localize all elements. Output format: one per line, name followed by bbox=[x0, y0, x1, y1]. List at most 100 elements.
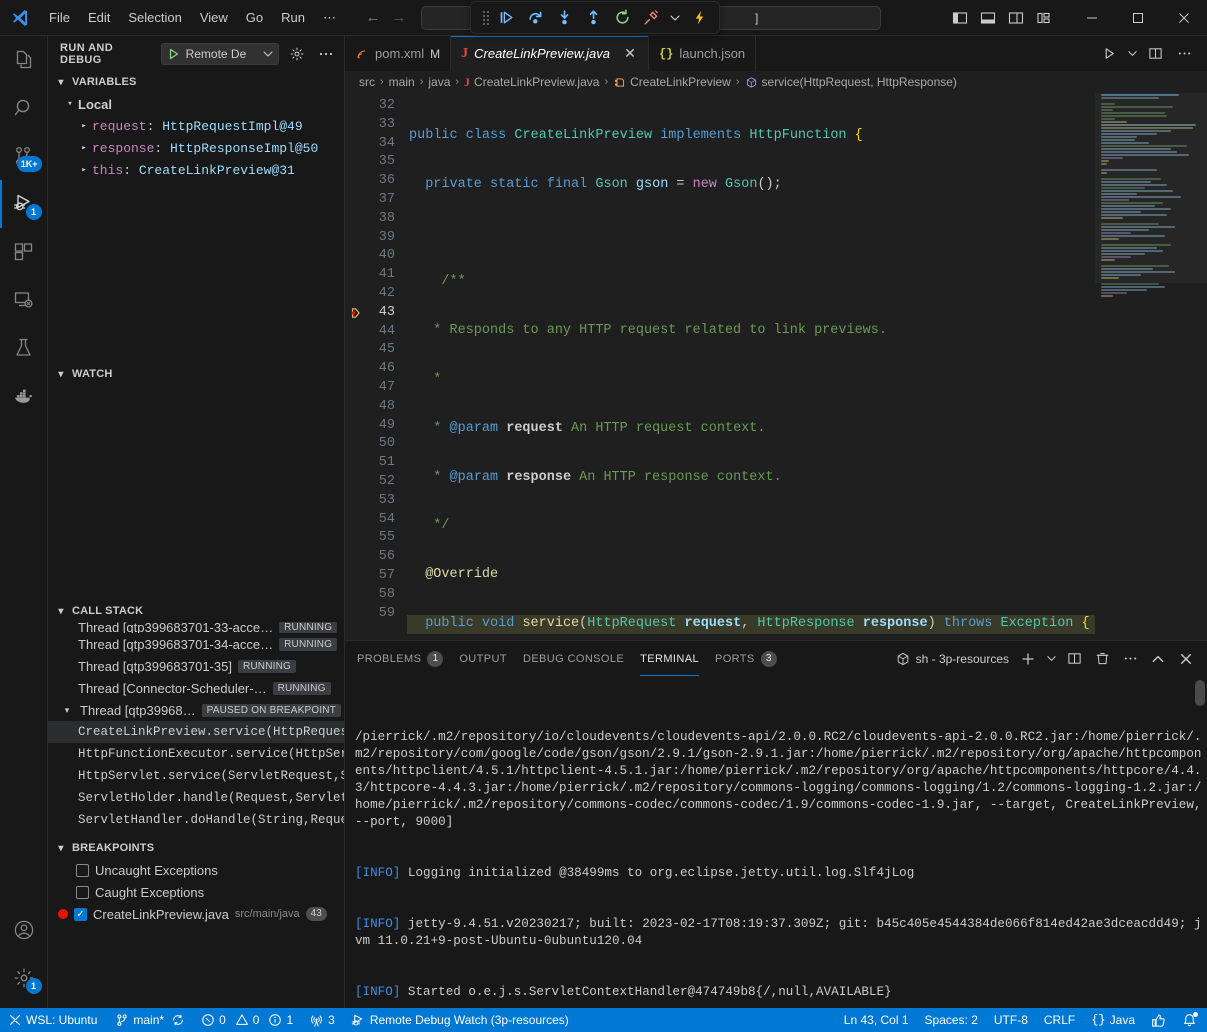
variable-row-request[interactable]: ▸ request: HttpRequestImpl@49 bbox=[48, 115, 344, 137]
callstack-thread-row[interactable]: Thread [qtp399683701-34-acce… RUNNING bbox=[48, 633, 344, 655]
variables-section-header[interactable]: ▾ VARIABLES bbox=[48, 71, 344, 93]
breadcrumb-item-file[interactable]: J CreateLinkPreview.java bbox=[464, 75, 599, 90]
run-options-chevron-down-icon[interactable] bbox=[1125, 41, 1139, 67]
panel-tab-debug-console[interactable]: DEBUG CONSOLE bbox=[523, 641, 624, 676]
breadcrumb-item-main[interactable]: main bbox=[389, 75, 415, 89]
drag-handle[interactable] bbox=[478, 11, 490, 25]
menu-more[interactable]: ⋯ bbox=[314, 6, 345, 30]
editor-tab-pom-xml[interactable]: pom.xml M bbox=[345, 36, 451, 71]
variable-row-response[interactable]: ▸ response: HttpResponseImpl@50 bbox=[48, 137, 344, 159]
status-remote-indicator[interactable]: WSL: Ubuntu bbox=[0, 1008, 107, 1032]
callstack-frame-row[interactable]: CreateLinkPreview.service(HttpReques bbox=[48, 721, 344, 743]
debug-step-into-button[interactable] bbox=[551, 5, 577, 31]
breadcrumb-item-src[interactable]: src bbox=[359, 75, 375, 89]
menu-view[interactable]: View bbox=[191, 6, 237, 29]
status-cursor-position[interactable]: Ln 43, Col 1 bbox=[836, 1008, 917, 1032]
panel-tab-terminal[interactable]: TERMINAL bbox=[640, 641, 699, 676]
maximize-button[interactable] bbox=[1115, 0, 1161, 36]
minimize-button[interactable] bbox=[1069, 0, 1115, 36]
status-encoding[interactable]: UTF-8 bbox=[986, 1008, 1036, 1032]
status-branch[interactable]: main* bbox=[107, 1008, 193, 1032]
callstack-thread-row[interactable]: Thread [qtp399683701-35] RUNNING bbox=[48, 655, 344, 677]
activitybar-item-remote-explorer[interactable] bbox=[0, 276, 48, 324]
customize-layout-button[interactable] bbox=[1031, 5, 1057, 31]
editor-tab-launch-json[interactable]: {} launch.json bbox=[649, 36, 756, 71]
callstack-frame-row[interactable]: HttpFunctionExecutor.service(HttpSer bbox=[48, 743, 344, 765]
status-debug-session[interactable]: Remote Debug Watch (3p-resources) bbox=[343, 1008, 577, 1032]
toggle-primary-sidebar-button[interactable] bbox=[947, 5, 973, 31]
variable-row-this[interactable]: ▸ this: CreateLinkPreview@31 bbox=[48, 159, 344, 181]
editor-tab-createlinkpreview-java[interactable]: J CreateLinkPreview.java ✕ bbox=[451, 36, 649, 71]
toggle-secondary-sidebar-button[interactable] bbox=[1003, 5, 1029, 31]
editor-minimap[interactable] bbox=[1095, 93, 1207, 640]
breakpoint-row-caught-exceptions[interactable]: Caught Exceptions bbox=[48, 881, 344, 903]
gear-icon[interactable] bbox=[287, 43, 308, 65]
activitybar-item-docker[interactable] bbox=[0, 372, 48, 420]
status-notifications[interactable] bbox=[1174, 1008, 1207, 1032]
status-problems[interactable]: 0 0 1 bbox=[193, 1008, 301, 1032]
activitybar-item-source-control[interactable]: 1K+ bbox=[0, 132, 48, 180]
arrow-right-icon[interactable]: → bbox=[387, 7, 411, 29]
breakpoint-row-uncaught-exceptions[interactable]: Uncaught Exceptions bbox=[48, 859, 344, 881]
split-terminal-button[interactable] bbox=[1061, 646, 1087, 672]
breakpoints-section-header[interactable]: ▾ BREAKPOINTS bbox=[48, 837, 344, 859]
status-indentation[interactable]: Spaces: 2 bbox=[917, 1008, 986, 1032]
status-ports[interactable]: 3 bbox=[301, 1008, 343, 1032]
status-language-mode[interactable]: {} Java bbox=[1083, 1008, 1143, 1032]
launch-configuration-dropdown[interactable]: Remote De bbox=[161, 43, 279, 65]
breadcrumb-item-method[interactable]: service(HttpRequest, HttpResponse) bbox=[745, 75, 957, 89]
run-java-button[interactable] bbox=[1096, 41, 1122, 67]
variables-scope-local[interactable]: ▾ Local bbox=[48, 93, 344, 115]
activitybar-item-extensions[interactable] bbox=[0, 228, 48, 276]
activitybar-item-run-and-debug[interactable]: 1 bbox=[0, 180, 48, 228]
breakpoint-checkbox[interactable] bbox=[76, 864, 89, 877]
panel-tab-output[interactable]: OUTPUT bbox=[459, 641, 507, 676]
debug-toolbar-chevron-down-icon[interactable] bbox=[667, 5, 683, 31]
activitybar-item-manage-settings[interactable]: 1 bbox=[0, 954, 48, 1002]
debug-step-out-button[interactable] bbox=[580, 5, 606, 31]
arrow-left-icon[interactable]: ← bbox=[361, 7, 385, 29]
callstack-frame-row[interactable]: ServletHolder.handle(Request,Servlet bbox=[48, 787, 344, 809]
callstack-thread-row[interactable]: Thread [Connector-Scheduler-… RUNNING bbox=[48, 677, 344, 699]
close-button[interactable] bbox=[1161, 0, 1207, 36]
activitybar-item-accounts[interactable] bbox=[0, 906, 48, 954]
minimap-slider[interactable] bbox=[1095, 93, 1207, 283]
debug-restart-button[interactable] bbox=[609, 5, 635, 31]
callstack-thread-row-paused[interactable]: ▾ Thread [qtp39968… PAUSED ON BREAKPOINT bbox=[48, 699, 344, 721]
breakpoint-checkbox[interactable] bbox=[76, 886, 89, 899]
split-editor-button[interactable] bbox=[1142, 41, 1168, 67]
maximize-panel-button[interactable] bbox=[1145, 646, 1171, 672]
menu-file[interactable]: File bbox=[40, 6, 79, 29]
breadcrumb-item-class[interactable]: CreateLinkPreview bbox=[613, 75, 731, 89]
breadcrumb-item-java[interactable]: java bbox=[428, 75, 450, 89]
terminal-scrollbar[interactable] bbox=[1195, 680, 1205, 706]
menu-go[interactable]: Go bbox=[237, 6, 272, 29]
editor-more-actions-icon[interactable] bbox=[1171, 41, 1197, 67]
debug-continue-button[interactable] bbox=[493, 5, 519, 31]
sidebar-more-actions-icon[interactable] bbox=[315, 43, 336, 65]
toggle-panel-button[interactable] bbox=[975, 5, 1001, 31]
callstack-frame-row[interactable]: HttpServlet.service(ServletRequest,S bbox=[48, 765, 344, 787]
debug-hot-reload-lightning-icon[interactable] bbox=[686, 5, 712, 31]
tab-close-icon[interactable]: ✕ bbox=[622, 45, 638, 62]
debug-step-over-button[interactable] bbox=[522, 5, 548, 31]
activitybar-item-search[interactable] bbox=[0, 84, 48, 132]
panel-tab-ports[interactable]: PORTS 3 bbox=[715, 641, 777, 676]
close-panel-button[interactable] bbox=[1173, 646, 1199, 672]
status-eol[interactable]: CRLF bbox=[1036, 1008, 1083, 1032]
activitybar-item-explorer[interactable] bbox=[0, 36, 48, 84]
callstack-frame-row[interactable]: ServletHandler.doHandle(String,Reque bbox=[48, 809, 344, 831]
status-feedback[interactable] bbox=[1143, 1008, 1174, 1032]
panel-more-actions-icon[interactable] bbox=[1117, 646, 1143, 672]
breakpoint-checkbox[interactable]: ✓ bbox=[74, 908, 87, 921]
panel-tab-problems[interactable]: PROBLEMS 1 bbox=[357, 641, 443, 676]
activitybar-item-testing[interactable] bbox=[0, 324, 48, 372]
new-terminal-button[interactable] bbox=[1015, 646, 1041, 672]
code-editor[interactable]: 32 33 34 35 36 37 38 39 40 41 42 43 bbox=[345, 93, 1207, 640]
terminal-output[interactable]: /pierrick/.m2/repository/io/cloudevents/… bbox=[345, 676, 1207, 1008]
menu-edit[interactable]: Edit bbox=[79, 6, 119, 29]
terminal-profile-chevron-down-icon[interactable] bbox=[1043, 646, 1059, 672]
sync-icon[interactable] bbox=[171, 1013, 185, 1027]
menu-run[interactable]: Run bbox=[272, 6, 314, 29]
debug-disconnect-button[interactable] bbox=[638, 5, 664, 31]
